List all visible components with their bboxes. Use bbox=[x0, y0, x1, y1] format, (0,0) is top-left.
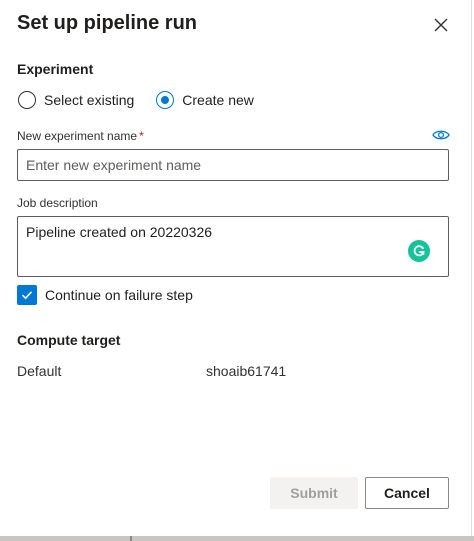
compute-target-key: Default bbox=[17, 363, 62, 379]
close-icon bbox=[434, 18, 448, 32]
job-description-label: Job description bbox=[17, 196, 98, 210]
job-description-textarea[interactable]: Pipeline created on 20220326 bbox=[17, 216, 449, 277]
continue-on-failure-label: Continue on failure step bbox=[45, 287, 193, 303]
radio-create-new[interactable]: Create new bbox=[156, 91, 254, 109]
cancel-button[interactable]: Cancel bbox=[365, 477, 449, 509]
close-button[interactable] bbox=[430, 14, 452, 36]
experiment-heading: Experiment bbox=[17, 61, 94, 77]
experiment-name-label: New experiment name * bbox=[17, 129, 144, 143]
eye-icon[interactable] bbox=[432, 128, 450, 140]
dialog-title: Set up pipeline run bbox=[17, 12, 198, 34]
radio-circle-checked bbox=[156, 91, 175, 109]
pipeline-run-dialog: Set up pipeline run Experiment Select ex… bbox=[0, 0, 472, 539]
submit-button[interactable]: Submit bbox=[270, 477, 358, 509]
required-marker: * bbox=[139, 129, 144, 143]
experiment-radio-group: Select existing Create new bbox=[18, 91, 276, 109]
experiment-name-label-text: New experiment name bbox=[17, 129, 138, 143]
background-strip bbox=[0, 536, 474, 541]
compute-target-value: shoaib61741 bbox=[206, 363, 287, 379]
compute-target-heading: Compute target bbox=[17, 332, 121, 348]
radio-label-select-existing: Select existing bbox=[44, 92, 135, 108]
radio-select-existing[interactable]: Select existing bbox=[18, 91, 134, 109]
radio-circle-unchecked bbox=[18, 91, 36, 109]
job-description-value: Pipeline created on 20220326 bbox=[26, 224, 213, 240]
checkmark-icon bbox=[21, 291, 33, 300]
checkbox-checked-box bbox=[17, 285, 37, 305]
continue-on-failure-checkbox[interactable]: Continue on failure step bbox=[17, 285, 193, 305]
background-divider bbox=[130, 536, 132, 541]
grammarly-icon[interactable] bbox=[408, 240, 430, 262]
radio-label-create-new: Create new bbox=[182, 92, 254, 108]
experiment-name-input[interactable] bbox=[17, 149, 449, 181]
